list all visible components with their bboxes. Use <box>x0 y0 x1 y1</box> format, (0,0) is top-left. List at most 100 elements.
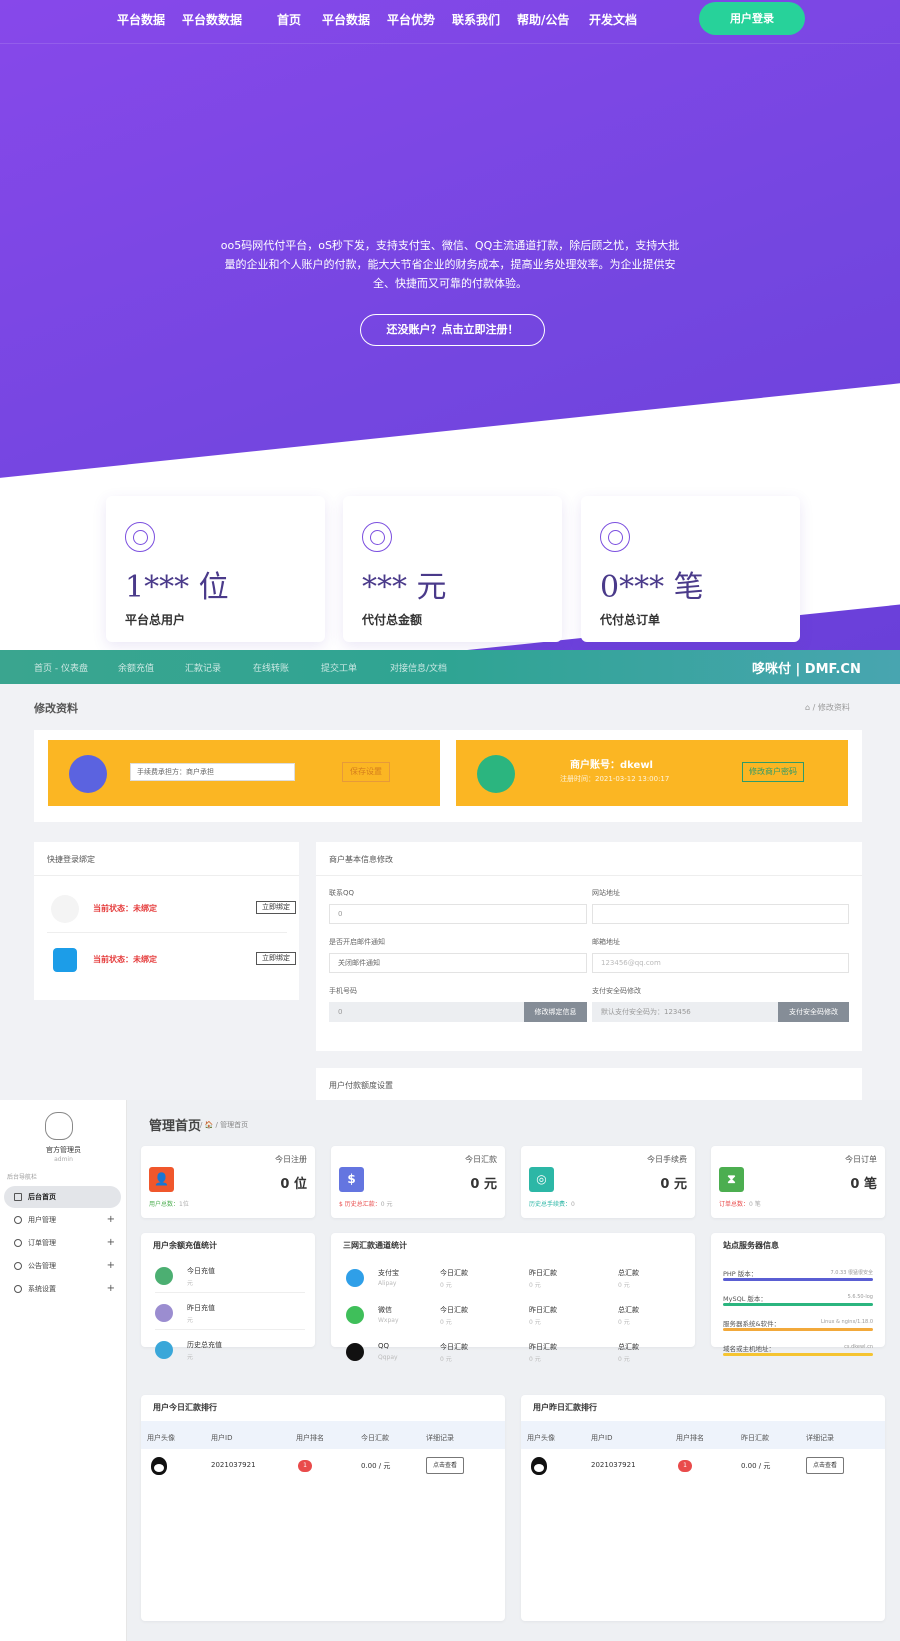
merchant-nav-transfer[interactable]: 在线转账 <box>253 661 289 674</box>
server-row-domain: 域名或主机地址： cs.dkewl.cn <box>723 1343 873 1363</box>
sidebar-item-orders[interactable]: 订单管理 + <box>4 1232 121 1254</box>
stat-card-users: 1*** 位 平台总用户 <box>106 496 325 642</box>
account-box: 商户账号：dkewl 注册时间：2021-03-12 13:00:17 修改商户… <box>456 740 848 806</box>
email-notify-select[interactable]: 关闭邮件通知 <box>329 953 587 973</box>
bind-alipay-button[interactable]: 立即绑定 <box>256 952 296 965</box>
nav-item-home[interactable]: 首页 <box>277 11 301 28</box>
register-button[interactable]: 还没账户？点击立即注册！ <box>360 314 545 346</box>
stat-label: 代付总金额 <box>362 613 423 627</box>
expand-icon[interactable]: + <box>107 1278 115 1300</box>
basic-info-title: 商户基本信息修改 <box>316 842 862 876</box>
user-avatar-icon <box>477 755 515 793</box>
sidebar-item-home[interactable]: 后台首页 <box>4 1186 121 1208</box>
history-icon <box>155 1341 173 1359</box>
nav-item-contact[interactable]: 联系我们 <box>452 11 500 28</box>
sidebar-item-label: 订单管理 <box>28 1239 56 1247</box>
rank-badge: 1 <box>298 1460 312 1472</box>
nav-item-advantage[interactable]: 平台优势 <box>387 11 435 28</box>
server-row-php: PHP 版本： 7.0.33 很猛很安全 <box>723 1268 873 1288</box>
speaker-icon <box>14 1262 22 1270</box>
panel-title: 三网汇款通道统计 <box>343 1241 407 1250</box>
merchant-nav-records[interactable]: 汇款记录 <box>185 661 221 674</box>
kpi-card-fee: 今日手续费 ◎ 0 元 历史总手续费：0 <box>521 1146 695 1218</box>
expand-icon[interactable]: + <box>107 1232 115 1254</box>
server-info-panel: 站点服务器信息 PHP 版本： 7.0.33 很猛很安全 MySQL 版本： 5… <box>711 1233 885 1356</box>
admin-avatar <box>45 1112 73 1140</box>
page-title: 修改资料 <box>34 702 78 715</box>
user-id: 2021037921 <box>591 1461 636 1469</box>
merchant-nav-docs[interactable]: 对接信息/文档 <box>390 661 447 674</box>
merchant-nav-dashboard[interactable]: 首页 - 仪表盘 <box>34 661 88 674</box>
remit-amount: 0.00 / 元 <box>741 1462 771 1470</box>
email-input[interactable]: 123456@qq.com <box>592 953 849 973</box>
nav-brand-data2[interactable]: 平台数数据 <box>182 11 242 28</box>
channel-row-wxpay: 微信 Wxpay 今日汇款 0 元 昨日汇款 0 元 总汇款 0 元 <box>346 1302 686 1332</box>
server-row-mysql: MySQL 版本： 5.6.50-log <box>723 1293 873 1313</box>
stat-label: 平台总用户 <box>125 613 186 627</box>
alipay-icon <box>346 1269 364 1287</box>
pay-pwd-button[interactable]: 支付安全码修改 <box>778 1002 849 1022</box>
nav-item-help[interactable]: 帮助/公告 <box>517 11 569 28</box>
change-password-button[interactable]: 修改商户密码 <box>742 762 804 782</box>
bind-qq-button[interactable]: 立即绑定 <box>256 901 296 914</box>
merchant-nav-recharge[interactable]: 余额充值 <box>118 661 154 674</box>
user-icon: 👤 <box>149 1167 174 1192</box>
progress-bar <box>723 1328 873 1331</box>
kpi-value: 0 元 <box>470 1177 497 1192</box>
admin-sidebar: 官方管理员 admin 后台导航栏 后台首页 用户管理 + 订单管理 + 公告管… <box>0 1100 127 1641</box>
pay-pwd-input[interactable]: 默认支付安全码为：123456 <box>592 1002 778 1022</box>
view-details-button[interactable]: 点击查看 <box>806 1457 844 1474</box>
admin-role: admin <box>54 1156 73 1163</box>
calendar-icon <box>155 1304 173 1322</box>
phone-label: 手机号码 <box>329 987 357 995</box>
kpi-footer: 订单总数：0 笔 <box>719 1201 761 1208</box>
sidebar-item-label: 后台首页 <box>28 1193 56 1201</box>
email-notify-label: 是否开启邮件通知 <box>329 938 385 946</box>
hourglass-icon: ⧗ <box>719 1167 744 1192</box>
user-icon <box>14 1216 22 1224</box>
edit-binding-button[interactable]: 修改绑定信息 <box>524 1002 587 1022</box>
user-login-button[interactable]: 用户登录 <box>699 2 805 35</box>
account-name: 商户账号：dkewl <box>570 760 653 771</box>
pay-pwd-label: 支付安全码修改 <box>592 987 641 995</box>
users-icon <box>125 522 155 552</box>
kpi-card-remit: 今日汇款 $ 0 元 $ 历史总汇款：0 元 <box>331 1146 505 1218</box>
remit-amount: 0.00 / 元 <box>361 1462 391 1470</box>
top-navbar: 平台数据 平台数数据 首页 平台数据 平台优势 联系我们 帮助/公告 开发文档 … <box>0 0 900 44</box>
qq-avatar-icon <box>531 1457 547 1475</box>
progress-bar <box>723 1353 873 1356</box>
sidebar-title: 后台导航栏 <box>7 1174 38 1181</box>
view-details-button[interactable]: 点击查看 <box>426 1457 464 1474</box>
recharge-row: 历史总充值 元 <box>155 1337 305 1367</box>
expand-icon[interactable]: + <box>107 1255 115 1277</box>
expand-icon[interactable]: + <box>107 1209 115 1231</box>
qq-input[interactable]: 0 <box>329 904 587 924</box>
admin-breadcrumb: / 🏠 / 管理首页 <box>200 1121 249 1129</box>
quick-login-row-qq: 当前状态：未绑定 立即绑定 <box>47 887 296 933</box>
sidebar-item-settings[interactable]: 系统设置 + <box>4 1278 121 1300</box>
recharge-stats-panel: 用户余额充值统计 今日充值 元 昨日充值 元 历史总充值 元 <box>141 1233 315 1361</box>
nav-brand-data[interactable]: 平台数据 <box>117 11 165 28</box>
phone-input[interactable]: 0 <box>329 1002 524 1022</box>
server-row-os: 服务器系统&软件： Linux & nginx/1.18.0 <box>723 1318 873 1338</box>
stat-value: *** 元 <box>362 570 447 605</box>
alipay-icon <box>53 948 77 972</box>
nav-item-docs[interactable]: 开发文档 <box>589 11 637 28</box>
merchant-nav-ticket[interactable]: 提交工单 <box>321 661 357 674</box>
qq-icon <box>346 1343 364 1361</box>
basic-info-panel: 商户基本信息修改 联系QQ 0 网站地址 是否开启邮件通知 关闭邮件通知 邮箱地… <box>316 842 862 1051</box>
admin-name: 官方管理员 <box>46 1146 81 1154</box>
nav-item-data[interactable]: 平台数据 <box>322 11 370 28</box>
sidebar-item-notice[interactable]: 公告管理 + <box>4 1255 121 1277</box>
kpi-footer: $ 历史总汇款：0 元 <box>339 1201 393 1208</box>
sidebar-item-users[interactable]: 用户管理 + <box>4 1209 121 1231</box>
fee-payer-select[interactable]: 手续费承担方：商户承担 <box>130 763 295 781</box>
hero-description: oo5码网代付平台，oS秒下发，支持支付宝、微信、QQ主流通道打款，除后顾之忧，… <box>220 239 680 290</box>
panel-title: 用户今日汇款排行 <box>153 1403 217 1412</box>
wallet-icon <box>600 522 630 552</box>
bind-status: 当前状态：未绑定 <box>93 955 157 964</box>
site-input[interactable] <box>592 904 849 924</box>
dmf-logo: 哆咪付 | DMF.CN <box>752 662 861 677</box>
save-settings-button[interactable]: 保存设置 <box>342 762 390 782</box>
sidebar-item-label: 用户管理 <box>28 1216 56 1224</box>
